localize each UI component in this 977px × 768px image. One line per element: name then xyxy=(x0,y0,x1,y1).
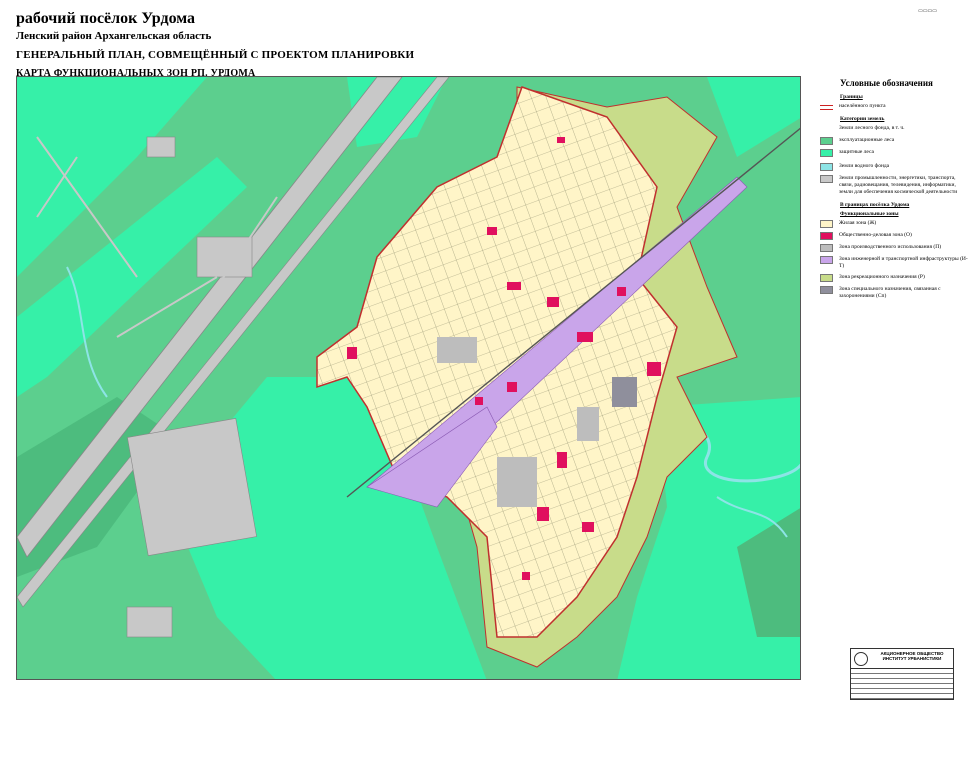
legend-title: Условные обозначения xyxy=(840,78,933,88)
title-block: АКЦИОНЕРНОЕ ОБЩЕСТВО ИНСТИТУТ УРБАНИСТИК… xyxy=(850,648,954,700)
public-zone xyxy=(347,347,357,359)
institute-name: АКЦИОНЕРНОЕ ОБЩЕСТВО ИНСТИТУТ УРБАНИСТИК… xyxy=(880,651,944,661)
border-line-swatch xyxy=(820,105,833,110)
special-zone xyxy=(612,377,637,407)
public-zone xyxy=(617,287,626,296)
legend-land-categories-heading: Категории земель xyxy=(840,116,885,122)
public-zone xyxy=(577,332,593,342)
operational-forest-swatch xyxy=(820,137,833,145)
public-zone xyxy=(557,137,565,143)
industrial-site xyxy=(126,606,173,638)
legend-water-fund: Земли водного фонда xyxy=(820,163,970,171)
public-zone xyxy=(647,362,661,376)
map-title: рабочий посёлок Урдома xyxy=(16,10,196,27)
institute-logo-icon xyxy=(854,652,868,666)
protective-forest xyxy=(707,77,800,157)
legend-zone-industrial: Зона производственного использования (П) xyxy=(820,244,970,252)
legend-operational-forests: эксплуатационные леса xyxy=(820,137,970,145)
public-zone xyxy=(547,297,559,307)
corner-stamp: ▭▭▭▭ xyxy=(918,8,937,14)
public-zone xyxy=(522,572,530,580)
industrial-patch xyxy=(437,337,477,363)
map-header: рабочий посёлок Урдома Ленский район Арх… xyxy=(16,10,636,81)
public-zone xyxy=(507,282,521,290)
public-zone xyxy=(475,397,483,405)
residential-swatch xyxy=(820,220,833,228)
industrial-site xyxy=(146,136,176,158)
legend-zone-special: Зона специального назначения, связанная … xyxy=(820,286,970,300)
industrial-site xyxy=(196,236,253,278)
legend-industry-lands: Земли промышленности, энергетики, трансп… xyxy=(820,175,970,196)
industry-swatch xyxy=(820,175,833,183)
map-legend: Условные обозначения Границы населённого… xyxy=(820,78,970,304)
legend-forest-fund: Земли лесного фонда, в т. ч. xyxy=(839,125,905,131)
legend-zone-recreation: Зона рекреационного назначения (Р) xyxy=(820,274,970,282)
industrial-patch xyxy=(577,407,599,441)
public-swatch xyxy=(820,232,833,240)
water-swatch xyxy=(820,163,833,171)
industrial-patch xyxy=(497,457,537,507)
protective-forest-swatch xyxy=(820,149,833,157)
legend-zone-engineering: Зона инженерной и транспортной инфрастру… xyxy=(820,256,970,270)
industrial-swatch xyxy=(820,244,833,252)
public-zone xyxy=(487,227,497,235)
special-swatch xyxy=(820,286,833,294)
district-subtitle: Ленский район Архангельская область xyxy=(16,30,212,42)
public-zone xyxy=(537,507,549,521)
public-zone xyxy=(582,522,594,532)
legend-protective-forests: защитные леса xyxy=(820,149,970,157)
title-block-grid xyxy=(851,668,953,700)
map-canvas[interactable] xyxy=(16,76,801,680)
legend-zone-public: Общественно-деловая зона (О) xyxy=(820,232,970,240)
public-zone xyxy=(507,382,517,392)
legend-functional-zones-heading: Функциональные зоны xyxy=(840,211,899,217)
recreation-swatch xyxy=(820,274,833,282)
legend-within-borders-heading: В границах посёлка Урдома xyxy=(840,202,910,208)
legend-borders-heading: Границы xyxy=(840,94,863,100)
legend-zone-residential: Жилая зона (Ж) xyxy=(820,220,970,228)
public-zone xyxy=(557,452,567,468)
functional-zones-map xyxy=(17,77,800,679)
engineering-swatch xyxy=(820,256,833,264)
legend-settlement-border: населённого пункта xyxy=(820,103,970,110)
plan-title: ГЕНЕРАЛЬНЫЙ ПЛАН, СОВМЕЩЁННЫЙ С ПРОЕКТОМ… xyxy=(16,49,415,61)
airfield-apron xyxy=(127,418,257,556)
